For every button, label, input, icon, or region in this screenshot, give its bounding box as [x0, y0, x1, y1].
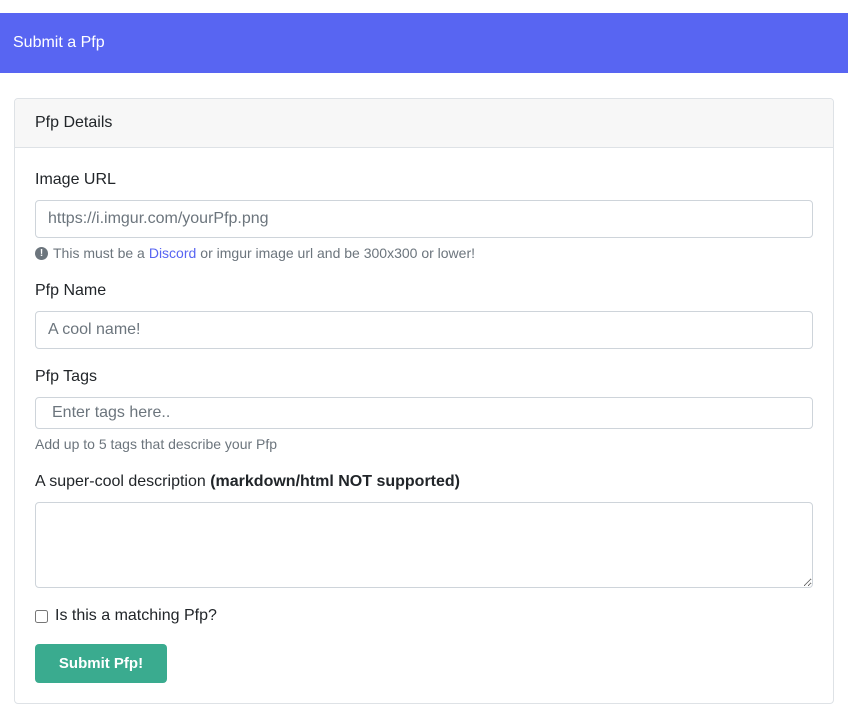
matching-pfp-row[interactable]: Is this a matching Pfp?	[35, 607, 217, 625]
description-label-text: A super-cool description	[35, 473, 206, 490]
image-url-help: ! This must be a Discord or imgur image …	[35, 245, 475, 261]
card-title: Pfp Details	[35, 114, 113, 131]
pfp-details-card: Pfp Details Image URL ! This must be a D…	[14, 98, 834, 704]
matching-pfp-checkbox[interactable]	[35, 609, 48, 623]
image-url-help-prefix: This must be a	[53, 245, 145, 261]
pfp-tags-help: Add up to 5 tags that describe your Pfp	[35, 436, 277, 452]
page-header: Submit a Pfp	[0, 13, 848, 73]
submit-pfp-button[interactable]: Submit Pfp!	[35, 644, 167, 683]
description-textarea[interactable]	[35, 502, 813, 588]
pfp-tags-help-text: Add up to 5 tags that describe your Pfp	[35, 436, 278, 452]
pfp-tags-input[interactable]	[35, 397, 813, 429]
image-url-input[interactable]	[35, 200, 813, 238]
page-title: Submit a Pfp	[13, 34, 105, 51]
matching-pfp-label: Is this a matching Pfp?	[55, 607, 217, 624]
discord-link[interactable]: Discord	[149, 245, 196, 261]
pfp-name-label: Pfp Name	[35, 282, 107, 299]
image-url-help-suffix: or imgur image url and be 300x300 or low…	[200, 245, 475, 261]
image-url-label: Image URL	[35, 171, 116, 188]
pfp-name-input[interactable]	[35, 311, 813, 349]
exclamation-circle-icon: !	[35, 246, 48, 260]
pfp-tags-label: Pfp Tags	[35, 368, 97, 385]
description-label-note: (markdown/html NOT supported)	[210, 473, 460, 490]
card-header: Pfp Details	[15, 99, 833, 148]
description-label: A super-cool description (markdown/html …	[35, 473, 460, 491]
